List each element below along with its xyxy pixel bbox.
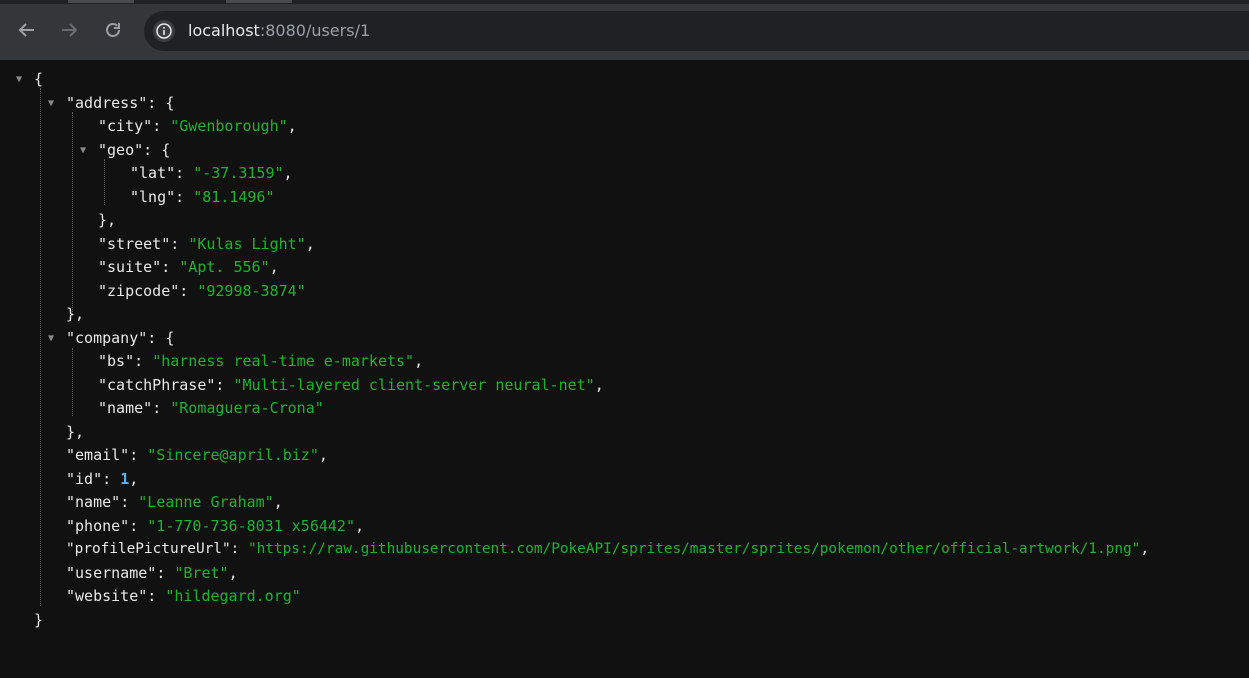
close-brace: } [34, 611, 44, 629]
json-row: ▼ "geo": { [0, 139, 170, 162]
browser-toolbar: localhost:8080/users/1 [0, 0, 1249, 60]
json-key: "website" [66, 587, 148, 605]
json-string-value: "Romaguera-Crona" [170, 399, 324, 417]
json-link-value[interactable]: "https://raw.githubusercontent.com/PokeA… [248, 541, 1140, 557]
url-text[interactable]: localhost:8080/users/1 [188, 11, 370, 51]
json-key: "suite" [98, 258, 162, 276]
json-key: "city" [98, 117, 153, 135]
json-string-value: "Gwenborough" [170, 117, 288, 135]
json-key: "id" [66, 470, 103, 488]
json-viewer: ▼ { ▼ "address": { "city": "Gwenborough"… [0, 60, 1249, 638]
json-string-value: "1-770-736-8031 x56442" [147, 517, 355, 535]
json-row: "catchPhrase": "Multi-layered client-ser… [98, 376, 604, 394]
close-brace: }, [66, 305, 85, 323]
json-string-value: "Kulas Light" [188, 235, 306, 253]
json-key: "geo" [98, 141, 144, 159]
url-path: :8080/users/1 [259, 21, 371, 40]
json-string-value: "Sincere@april.biz" [147, 446, 319, 464]
json-key: "phone" [66, 517, 130, 535]
json-string-value: "harness real-time e-markets" [152, 352, 415, 370]
json-string-value: "Multi-layered client-server neural-net" [233, 376, 595, 394]
json-row: "city": "Gwenborough", [98, 117, 297, 135]
json-string-value: "81.1496" [193, 188, 275, 206]
json-key: "name" [98, 399, 153, 417]
json-row: "website": "hildegard.org" [66, 587, 301, 605]
json-string-value: "Leanne Graham" [138, 493, 274, 511]
json-row: ▼ { [0, 68, 43, 91]
indent-guide [72, 348, 73, 416]
json-row: "lng": "81.1496" [130, 188, 275, 206]
json-key: "catchPhrase" [98, 376, 216, 394]
tab-indicator[interactable] [226, 0, 292, 3]
json-row: ▼ "address": { [0, 92, 174, 115]
json-string-value: "Bret" [174, 564, 229, 582]
json-row: }, [0, 209, 116, 232]
expand-toggle-icon[interactable]: ▼ [16, 68, 22, 91]
json-row: }, [0, 421, 84, 444]
json-row: ▼ "company": { [0, 327, 174, 350]
json-row: "profilePictureUrl": "https://raw.github… [66, 541, 1150, 557]
json-key: "lng" [130, 188, 176, 206]
url-host: localhost [188, 21, 260, 40]
json-row: "phone": "1-770-736-8031 x56442", [66, 517, 365, 535]
close-brace: }, [66, 423, 85, 441]
json-row: "street": "Kulas Light", [98, 235, 315, 253]
indent-guide [104, 159, 105, 205]
json-row: "username": "Bret", [66, 564, 238, 582]
json-row: "id": 1, [66, 470, 139, 488]
address-bar[interactable]: localhost:8080/users/1 [144, 11, 1249, 51]
json-key: "zipcode" [98, 282, 180, 300]
json-number-value: 1 [120, 470, 130, 488]
json-string-value: "-37.3159" [193, 164, 284, 182]
json-row: "name": "Leanne Graham", [66, 493, 283, 511]
expand-toggle-icon[interactable]: ▼ [80, 139, 86, 162]
json-key: "company" [66, 329, 148, 347]
json-key: "street" [98, 235, 171, 253]
json-row: } [0, 609, 43, 632]
forward-arrow-icon[interactable] [56, 17, 82, 43]
json-key: "address" [66, 94, 148, 112]
json-row: "bs": "harness real-time e-markets", [98, 352, 424, 370]
info-icon[interactable] [153, 20, 175, 42]
json-key: "bs" [98, 352, 135, 370]
json-string-value: "92998-3874" [197, 282, 306, 300]
expand-toggle-icon[interactable]: ▼ [48, 327, 54, 350]
json-row: "zipcode": "92998-3874" [98, 282, 306, 300]
json-key: "email" [66, 446, 130, 464]
tab-indicator[interactable] [68, 0, 134, 3]
json-key: "profilePictureUrl" [66, 541, 231, 557]
json-key: "username" [66, 564, 157, 582]
json-row: "suite": "Apt. 556", [98, 258, 279, 276]
json-row: "lat": "-37.3159", [130, 164, 293, 182]
indent-guide [40, 88, 41, 606]
tab-strip [0, 0, 1249, 4]
expand-toggle-icon[interactable]: ▼ [48, 92, 54, 115]
back-arrow-icon[interactable] [14, 17, 40, 43]
json-key: "name" [66, 493, 121, 511]
open-brace: { [34, 70, 44, 88]
json-string-value: "hildegard.org" [165, 587, 301, 605]
close-brace: }, [98, 211, 117, 229]
json-key: "lat" [130, 164, 176, 182]
json-string-value: "Apt. 556" [179, 258, 270, 276]
json-row: }, [0, 303, 84, 326]
json-row: "name": "Romaguera-Crona" [98, 399, 324, 417]
indent-guide [72, 112, 73, 316]
json-row: "email": "Sincere@april.biz", [66, 446, 328, 464]
reload-icon[interactable] [100, 17, 126, 43]
